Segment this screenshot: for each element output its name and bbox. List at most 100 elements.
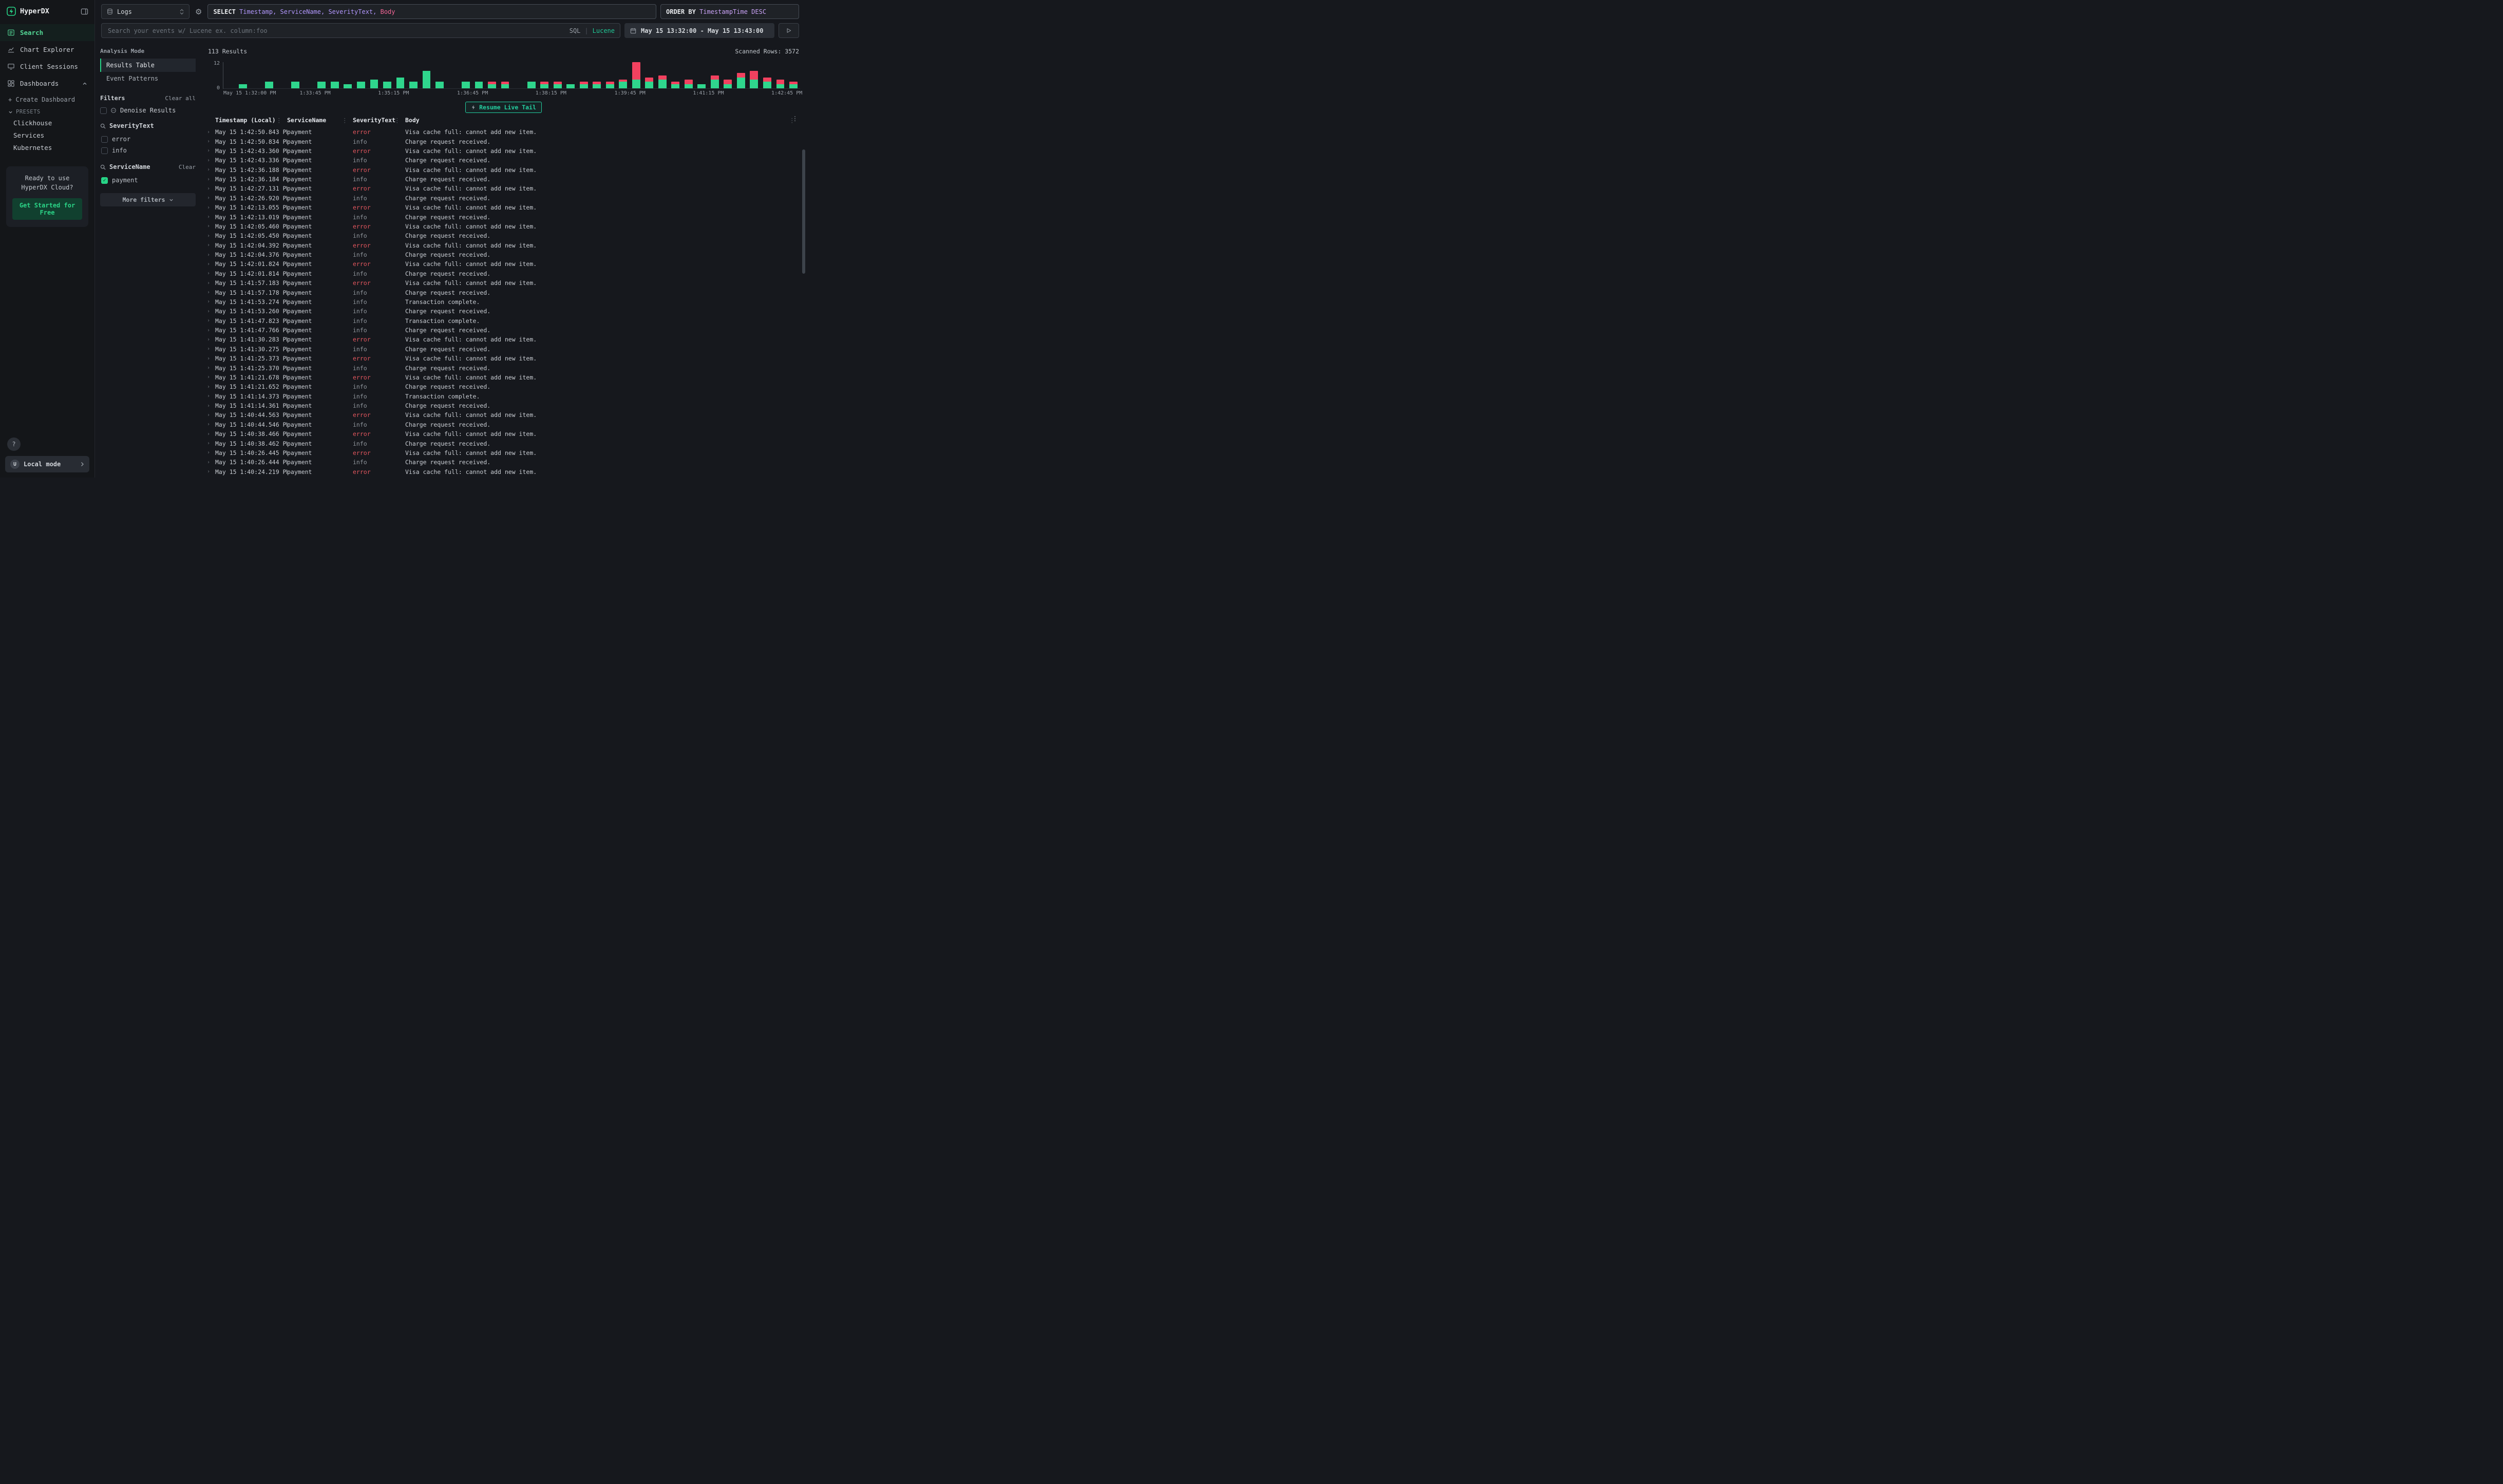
table-row[interactable]: ›May 15 1:41:25.370 PMpaymentinfoCharge … [207, 363, 800, 372]
table-row[interactable]: ›May 15 1:42:01.814 PMpaymentinfoCharge … [207, 269, 800, 278]
row-expand-icon[interactable]: › [207, 137, 215, 146]
row-expand-icon[interactable]: › [207, 156, 215, 165]
column-grip-icon[interactable]: ⋮ [394, 117, 401, 124]
row-expand-icon[interactable]: › [207, 203, 215, 212]
histogram-bar[interactable] [302, 62, 315, 88]
analysis-option[interactable]: Event Patterns [100, 72, 196, 85]
resume-live-tail-button[interactable]: Resume Live Tail [465, 102, 542, 113]
row-expand-icon[interactable]: › [207, 335, 215, 344]
row-expand-icon[interactable]: › [207, 127, 215, 137]
help-button[interactable]: ? [7, 437, 21, 451]
histogram-bar[interactable] [499, 62, 512, 88]
histogram-bar[interactable] [263, 62, 276, 88]
row-expand-icon[interactable]: › [207, 439, 215, 448]
sidebar-item-search[interactable]: Search [0, 24, 94, 41]
row-expand-icon[interactable]: › [207, 250, 215, 259]
histogram-bar[interactable] [656, 62, 669, 88]
table-row[interactable]: ›May 15 1:41:30.275 PMpaymentinfoCharge … [207, 345, 800, 354]
histogram-bar[interactable] [590, 62, 603, 88]
preset-item-kubernetes[interactable]: Kubernetes [0, 142, 94, 154]
presets-toggle[interactable]: PRESETS [0, 106, 94, 117]
table-row[interactable]: ›May 15 1:42:01.824 PMpaymenterrorVisa c… [207, 259, 800, 269]
histogram-bar[interactable] [485, 62, 499, 88]
histogram-bar[interactable] [682, 62, 695, 88]
analysis-option[interactable]: Results Table [100, 59, 196, 72]
table-row[interactable]: ›May 15 1:42:43.360 PMpaymenterrorVisa c… [207, 146, 800, 156]
histogram-bar[interactable] [734, 62, 748, 88]
table-row[interactable]: ›May 15 1:40:38.466 PMpaymenterrorVisa c… [207, 429, 800, 439]
table-row[interactable]: ›May 15 1:41:30.283 PMpaymenterrorVisa c… [207, 335, 800, 344]
histogram-bar[interactable] [237, 62, 250, 88]
table-row[interactable]: ›May 15 1:42:04.376 PMpaymentinfoCharge … [207, 250, 800, 259]
table-row[interactable]: ›May 15 1:41:53.260 PMpaymentinfoCharge … [207, 307, 800, 316]
table-row[interactable]: ›May 15 1:40:26.444 PMpaymentinfoCharge … [207, 458, 800, 467]
row-expand-icon[interactable]: › [207, 363, 215, 372]
histogram-bar[interactable] [315, 62, 329, 88]
histogram-bar[interactable] [564, 62, 577, 88]
denoise-checkbox[interactable] [100, 107, 107, 114]
clear-all-filters-button[interactable]: Clear all [165, 95, 196, 102]
histogram-bar[interactable] [577, 62, 591, 88]
histogram-bar[interactable] [433, 62, 446, 88]
table-row[interactable]: ›May 15 1:42:36.188 PMpaymenterrorVisa c… [207, 165, 800, 175]
row-expand-icon[interactable]: › [207, 420, 215, 429]
filter-option-info[interactable]: info [100, 145, 196, 156]
search-input[interactable] [107, 27, 565, 35]
histogram-bar[interactable] [446, 62, 460, 88]
histogram-bar[interactable] [511, 62, 525, 88]
mode-lucene-label[interactable]: Lucene [593, 27, 615, 34]
table-row[interactable]: ›May 15 1:41:47.823 PMpaymentinfoTransac… [207, 316, 800, 326]
row-expand-icon[interactable]: › [207, 194, 215, 203]
histogram-bar[interactable] [761, 62, 774, 88]
row-expand-icon[interactable]: › [207, 458, 215, 467]
row-expand-icon[interactable]: › [207, 429, 215, 439]
row-expand-icon[interactable]: › [207, 278, 215, 288]
column-header[interactable]: ServiceName⋮ [287, 114, 353, 127]
create-dashboard-button[interactable]: + Create Dashboard [0, 92, 94, 106]
row-expand-icon[interactable]: › [207, 477, 215, 478]
table-row[interactable]: ›May 15 1:41:47.766 PMpaymentinfoCharge … [207, 326, 800, 335]
source-select[interactable]: Logs [101, 4, 189, 19]
row-expand-icon[interactable]: › [207, 288, 215, 297]
collapse-sidebar-icon[interactable] [81, 8, 88, 15]
histogram-bar[interactable] [708, 62, 722, 88]
column-grip-icon[interactable]: ⋮ [789, 117, 795, 124]
date-range-picker[interactable]: May 15 13:32:00 - May 15 13:43:00 [624, 23, 774, 38]
order-by-query[interactable]: ORDER BY TimestampTime DESC [660, 4, 799, 19]
denoise-results-toggle[interactable]: Denoise Results [100, 107, 196, 114]
histogram-bar[interactable] [223, 62, 237, 88]
table-row[interactable]: ›May 15 1:41:57.178 PMpaymentinfoCharge … [207, 288, 800, 297]
filter-option-payment[interactable]: ✓payment [100, 175, 196, 186]
table-row[interactable]: ›May 15 1:42:05.460 PMpaymenterrorVisa c… [207, 222, 800, 231]
facet-clear-button[interactable]: Clear [179, 164, 196, 170]
table-row[interactable]: ›May 15 1:40:24.214 PMpaymentinfoCharge … [207, 477, 800, 478]
histogram-bar[interactable] [394, 62, 407, 88]
column-header[interactable]: Timestamp (Local)⋮ [215, 114, 287, 127]
table-row[interactable]: ›May 15 1:42:36.184 PMpaymentinfoCharge … [207, 175, 800, 184]
histogram-bar[interactable] [328, 62, 342, 88]
column-header[interactable]: Body⋮ [405, 114, 800, 127]
table-row[interactable]: ›May 15 1:41:57.183 PMpaymenterrorVisa c… [207, 278, 800, 288]
table-row[interactable]: ›May 15 1:42:13.019 PMpaymentinfoCharge … [207, 212, 800, 221]
table-row[interactable]: ›May 15 1:41:21.678 PMpaymenterrorVisa c… [207, 373, 800, 382]
row-expand-icon[interactable]: › [207, 222, 215, 231]
histogram-bar[interactable] [342, 62, 355, 88]
sidebar-item-dashboards[interactable]: Dashboards [0, 75, 94, 92]
table-row[interactable]: ›May 15 1:40:44.546 PMpaymentinfoCharge … [207, 420, 800, 429]
table-row[interactable]: ›May 15 1:42:26.920 PMpaymentinfoCharge … [207, 194, 800, 203]
row-expand-icon[interactable]: › [207, 231, 215, 240]
get-started-button[interactable]: Get Started for Free [12, 198, 82, 220]
sidebar-item-chart-explorer[interactable]: Chart Explorer [0, 41, 94, 58]
column-grip-icon[interactable]: ⋮ [276, 117, 282, 124]
row-expand-icon[interactable]: › [207, 297, 215, 307]
histogram-bar[interactable] [722, 62, 735, 88]
table-row[interactable]: ›May 15 1:41:21.652 PMpaymentinfoCharge … [207, 382, 800, 391]
histogram-bar[interactable] [630, 62, 643, 88]
row-expand-icon[interactable]: › [207, 165, 215, 175]
row-expand-icon[interactable]: › [207, 448, 215, 458]
row-expand-icon[interactable]: › [207, 467, 215, 477]
checkbox[interactable] [101, 136, 108, 143]
table-row[interactable]: ›May 15 1:42:50.834 PMpaymentinfoCharge … [207, 137, 800, 146]
local-mode-button[interactable]: U Local mode [5, 456, 89, 472]
row-expand-icon[interactable]: › [207, 259, 215, 269]
